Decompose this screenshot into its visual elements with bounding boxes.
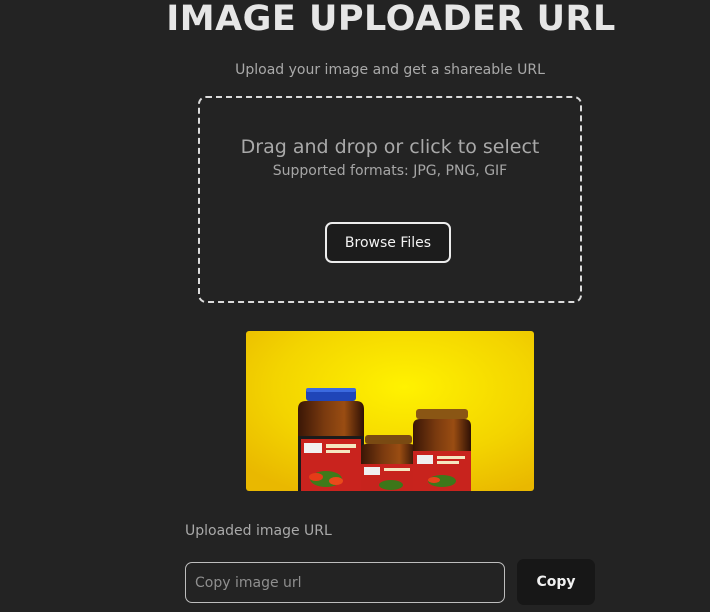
page: IMAGE UPLOADER URL Upload your image and… — [0, 0, 710, 612]
jar-large — [298, 388, 364, 491]
page-subtitle: Upload your image and get a shareable UR… — [235, 62, 545, 78]
browse-files-button[interactable]: Browse Files — [325, 222, 451, 263]
image-url-input[interactable] — [185, 562, 505, 603]
jar-medium — [413, 409, 471, 491]
upload-dropzone[interactable]: Drag and drop or click to select Support… — [198, 96, 582, 303]
dropzone-instruction: Drag and drop or click to select — [240, 136, 540, 158]
page-title: IMAGE UPLOADER URL — [166, 0, 616, 39]
uploaded-image-preview — [246, 331, 534, 491]
jar-small — [361, 435, 416, 491]
copy-button[interactable]: Copy — [517, 559, 595, 605]
uploaded-url-label: Uploaded image URL — [185, 523, 332, 539]
supported-formats-text: Supported formats: JPG, PNG, GIF — [272, 163, 508, 179]
